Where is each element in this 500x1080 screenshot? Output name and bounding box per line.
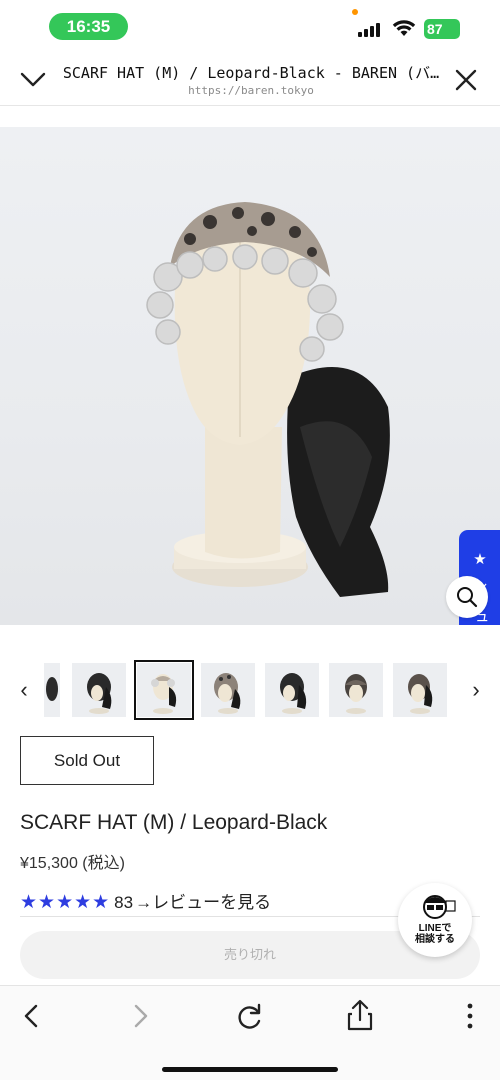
search-icon xyxy=(457,587,478,608)
forward-icon[interactable] xyxy=(120,996,160,1036)
more-options-icon[interactable] xyxy=(450,996,490,1036)
line-badge-line1: LINEで xyxy=(418,923,452,934)
thumbnail-partial[interactable] xyxy=(44,663,60,717)
browser-title-bar: SCARF HAT (M) / Leopard-Black - BAREN (バ… xyxy=(0,52,500,106)
line-badge-line2: 相談する xyxy=(415,934,455,945)
page-title: SCARF HAT (M) / Leopard-Black - BAREN (バ… xyxy=(62,64,440,82)
review-link[interactable]: →レビューを見る xyxy=(135,893,271,912)
rating-stars: ★★★★★ xyxy=(20,892,111,913)
thumbnail-3[interactable] xyxy=(201,663,255,717)
page-url[interactable]: https://baren.tokyo xyxy=(60,84,442,97)
reload-icon[interactable] xyxy=(230,996,270,1036)
close-icon[interactable] xyxy=(452,66,480,94)
line-badge-label: LINEで 相談する xyxy=(398,923,472,945)
rating-row[interactable]: ★★★★★ 83 →レビューを見る xyxy=(20,888,400,914)
hat-on-mannequin-illustration xyxy=(146,202,390,597)
thumbnail-6[interactable] xyxy=(393,663,447,717)
line-mascot-icon xyxy=(423,895,456,919)
chevron-down-icon[interactable] xyxy=(18,64,48,94)
status-bar: 16:35 87 xyxy=(0,0,500,52)
battery-level: 87 xyxy=(427,21,443,37)
home-indicator xyxy=(162,1067,338,1072)
review-count: 83 xyxy=(114,893,134,912)
privacy-indicator-dot xyxy=(352,9,358,15)
status-time: 16:35 xyxy=(49,13,128,40)
thumbnail-prev-arrow[interactable]: ‹ xyxy=(14,676,34,704)
thumbnail-1[interactable] xyxy=(72,663,126,717)
thumbnail-4[interactable] xyxy=(265,663,319,717)
zoom-button[interactable] xyxy=(446,576,488,618)
product-name: SCARF HAT (M) / Leopard-Black xyxy=(20,811,328,834)
back-icon[interactable] xyxy=(12,996,52,1036)
product-main-image[interactable]: ★ レビュー xyxy=(0,127,500,625)
battery-icon: 87 xyxy=(424,19,460,39)
product-price: ¥15,300 (税込) xyxy=(20,855,125,872)
line-chat-badge[interactable]: LINEで 相談する xyxy=(398,883,472,957)
thumbnail-strip: ‹ › xyxy=(0,658,500,722)
thumbnail-5[interactable] xyxy=(329,663,383,717)
signal-icon xyxy=(358,21,384,37)
thumbnail-next-arrow[interactable]: › xyxy=(466,676,486,704)
thumbnail-2-selected[interactable] xyxy=(134,660,194,720)
wifi-icon xyxy=(392,20,416,36)
share-icon[interactable] xyxy=(340,996,380,1036)
browser-bottom-toolbar xyxy=(0,985,500,1080)
sold-out-variant-button[interactable]: Sold Out xyxy=(20,736,154,785)
